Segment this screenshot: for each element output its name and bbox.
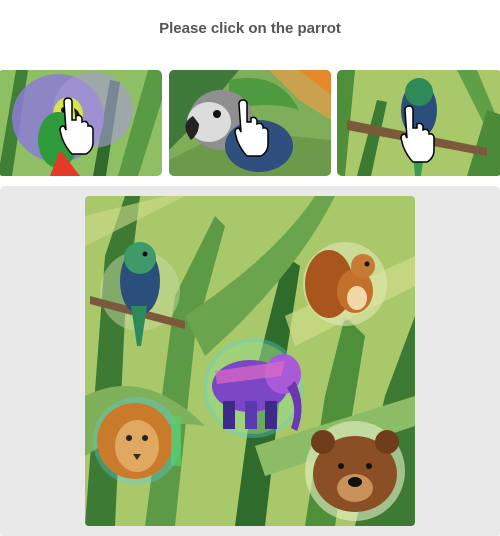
captcha-widget: Please click on the parrot [0, 0, 500, 536]
bear-click-target[interactable] [305, 421, 405, 521]
example-image-3 [337, 70, 500, 176]
challenge-image[interactable] [85, 196, 415, 526]
captcha-prompt: Please click on the parrot [159, 20, 341, 37]
lion-click-target[interactable] [93, 397, 181, 485]
example-image-1 [0, 70, 162, 176]
elephant-click-target[interactable] [203, 338, 303, 438]
squirrel-click-target[interactable] [303, 242, 387, 326]
parrot-click-target[interactable] [100, 241, 180, 341]
example-images-row [0, 70, 500, 176]
example-image-2 [169, 70, 331, 176]
